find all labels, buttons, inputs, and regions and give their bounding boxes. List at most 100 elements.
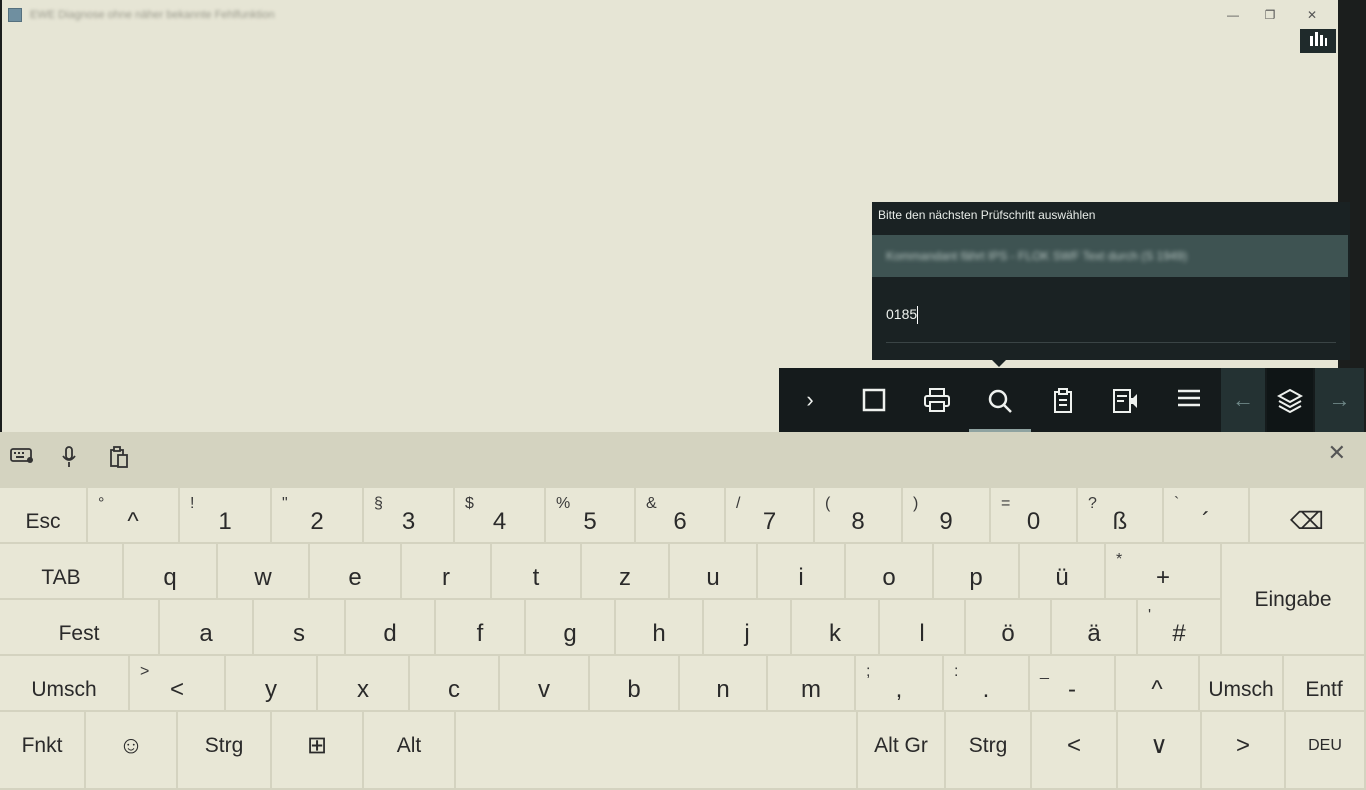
key-e[interactable]: e	[310, 544, 402, 600]
key-7[interactable]: /7	[726, 488, 815, 544]
bar-chart-icon[interactable]	[1300, 29, 1336, 53]
key-alt-gr[interactable]: Alt Gr	[858, 712, 946, 790]
key-v[interactable]: v	[500, 656, 590, 712]
key-comma[interactable]: ;,	[856, 656, 944, 712]
bottom-toolbar: › ← →	[779, 368, 1364, 432]
key-c[interactable]: c	[410, 656, 500, 712]
keyboard-settings-icon[interactable]	[8, 446, 36, 470]
key-u[interactable]: u	[670, 544, 758, 600]
key-4[interactable]: $4	[455, 488, 546, 544]
key-m[interactable]: m	[768, 656, 856, 712]
key-d[interactable]: d	[346, 600, 436, 656]
keyboard-close-icon[interactable]: ✕	[1328, 440, 1346, 466]
key-z[interactable]: z	[582, 544, 670, 600]
on-screen-keyboard: ✕ Esc ° ^ ! 1 " 2 § 3 $4 % 5 & 6 /7 (8 ) 9 = 0 ?…	[0, 432, 1366, 790]
key-function[interactable]: Fnkt	[0, 712, 86, 790]
windows-key[interactable]: ⊞	[272, 712, 364, 790]
minimize-button[interactable]: —	[1219, 6, 1247, 24]
print-icon[interactable]	[906, 368, 968, 432]
key-arrow-down[interactable]: ∨	[1118, 712, 1202, 790]
app-icon	[8, 8, 22, 22]
key-ctrl-left[interactable]: Strg	[178, 712, 272, 790]
emoji-key[interactable]: ☺	[86, 712, 178, 790]
key-i[interactable]: i	[758, 544, 846, 600]
key-b[interactable]: b	[590, 656, 680, 712]
key-esc[interactable]: Esc	[0, 488, 88, 544]
clipboard-icon[interactable]	[1032, 368, 1094, 432]
key-8[interactable]: (8	[815, 488, 903, 544]
arrow-up-icon: ^	[1151, 676, 1163, 703]
key-s[interactable]: s	[254, 600, 346, 656]
key-ctrl-right[interactable]: Strg	[946, 712, 1032, 790]
key-a-umlaut[interactable]: ä	[1052, 600, 1138, 656]
key-6[interactable]: & 6	[636, 488, 726, 544]
back-arrow-icon[interactable]: ←	[1221, 368, 1265, 432]
key-o[interactable]: o	[846, 544, 934, 600]
key-alt[interactable]: Alt	[364, 712, 456, 790]
test-step-option-label: Kommandant fährt IPS - FLOK SWF Text dur…	[886, 249, 1188, 263]
key-w[interactable]: w	[218, 544, 310, 600]
key-p[interactable]: p	[934, 544, 1020, 600]
square-icon[interactable]	[843, 368, 905, 432]
key-minus[interactable]: _ -	[1030, 656, 1116, 712]
dialog-pointer	[990, 358, 1008, 367]
windows-logo-icon: ⊞	[306, 732, 328, 759]
language-key[interactable]: DEU	[1286, 712, 1366, 790]
keyboard-toolbar: ✕	[0, 432, 1366, 484]
clipboard-paste-icon[interactable]	[105, 446, 133, 470]
key-plus[interactable]: * +	[1106, 544, 1222, 600]
key-g[interactable]: g	[526, 600, 616, 656]
enter-key[interactable]: Eingabe	[1222, 544, 1366, 656]
arrow-right-icon: >	[1235, 732, 1250, 759]
backspace-icon: ⌫	[1290, 508, 1324, 535]
menu-icon[interactable]	[1158, 368, 1220, 432]
step-number-input[interactable]: 0185	[886, 306, 1336, 343]
key-9[interactable]: ) 9	[903, 488, 991, 544]
key-2[interactable]: " 2	[272, 488, 364, 544]
key-3[interactable]: § 3	[364, 488, 455, 544]
key-less-than[interactable]: > <	[130, 656, 226, 712]
key-arrow-left[interactable]: <	[1032, 712, 1118, 790]
key-0[interactable]: = 0	[991, 488, 1078, 544]
text-caret	[917, 306, 919, 325]
key-j[interactable]: j	[704, 600, 792, 656]
key-x[interactable]: x	[318, 656, 410, 712]
key-5[interactable]: % 5	[546, 488, 636, 544]
key-t[interactable]: t	[492, 544, 582, 600]
search-icon[interactable]	[969, 368, 1031, 432]
key-hash[interactable]: ' #	[1138, 600, 1222, 656]
title-bar: EWE Diagnose ohne näher bekannte Fehlfun…	[2, 0, 1338, 30]
restore-button[interactable]: ❐	[1256, 6, 1284, 24]
close-button[interactable]: ✕	[1298, 6, 1326, 24]
key-tab[interactable]: TAB	[0, 544, 124, 600]
backspace-key[interactable]: ⌫	[1250, 488, 1366, 544]
key-accent[interactable]: ` ´	[1164, 488, 1250, 544]
key-period[interactable]: :.	[944, 656, 1030, 712]
key-delete[interactable]: Entf	[1284, 656, 1366, 712]
key-arrow-up[interactable]: ^	[1116, 656, 1200, 712]
window-title: EWE Diagnose ohne näher bekannte Fehlfun…	[30, 9, 275, 21]
microphone-icon[interactable]	[55, 446, 83, 470]
key-h[interactable]: h	[616, 600, 704, 656]
key-1[interactable]: ! 1	[180, 488, 272, 544]
key-r[interactable]: r	[402, 544, 492, 600]
arrow-left-icon: <	[1066, 732, 1081, 759]
key-shift-right[interactable]: Umsch	[1200, 656, 1284, 712]
key-u-umlaut[interactable]: ü	[1020, 544, 1106, 600]
key-a[interactable]: a	[160, 600, 254, 656]
document-audio-icon[interactable]	[1095, 368, 1157, 432]
key-caret[interactable]: ° ^	[88, 488, 180, 544]
key-f[interactable]: f	[436, 600, 526, 656]
test-step-option[interactable]: Kommandant fährt IPS - FLOK SWF Text dur…	[872, 235, 1348, 277]
key-q[interactable]: q	[124, 544, 218, 600]
layers-icon[interactable]	[1267, 368, 1313, 432]
key-shift-left[interactable]: Umsch	[0, 656, 130, 712]
forward-arrow-icon[interactable]: →	[1315, 368, 1364, 432]
key-arrow-right[interactable]: >	[1202, 712, 1286, 790]
collapse-chevron-icon[interactable]: ›	[779, 368, 841, 432]
key-caps-lock[interactable]: Fest	[0, 600, 160, 656]
key-y[interactable]: y	[226, 656, 318, 712]
step-number-value: 0185	[886, 306, 918, 322]
spacebar[interactable]	[456, 712, 858, 790]
key-n[interactable]: n	[680, 656, 768, 712]
